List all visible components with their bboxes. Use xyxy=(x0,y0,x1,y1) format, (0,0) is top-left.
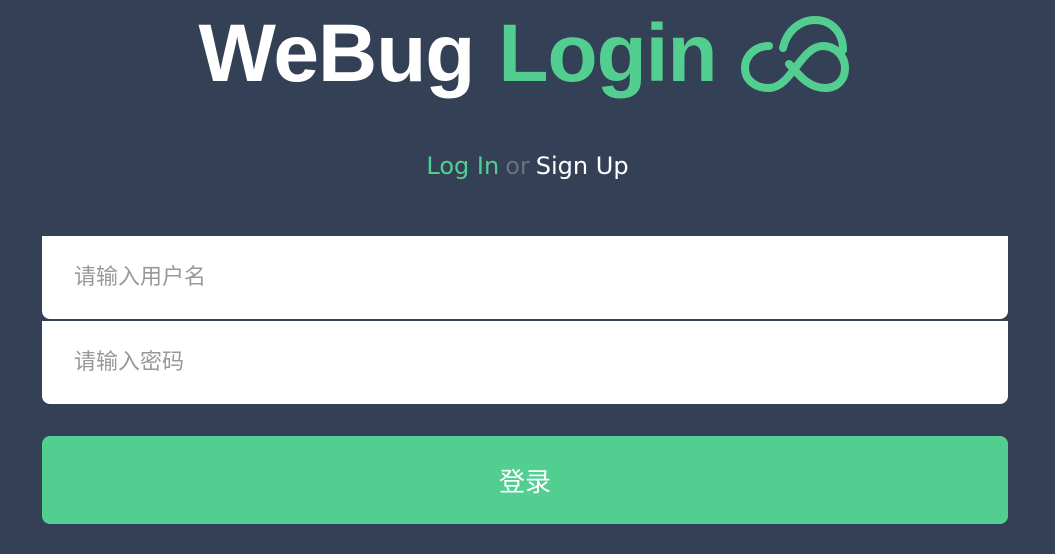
title-brand: WeBug xyxy=(198,8,475,99)
page-title: WeBug Login xyxy=(0,4,1055,104)
login-tab[interactable]: Log In xyxy=(426,152,499,180)
cloud-icon xyxy=(739,15,857,93)
auth-switch: Log In or Sign Up xyxy=(0,150,1055,182)
signup-tab[interactable]: Sign Up xyxy=(536,152,629,180)
login-page: WeBug Login Log InorSign Up 登录 xyxy=(0,0,1055,554)
title-login: Login xyxy=(498,8,717,99)
username-input[interactable] xyxy=(42,236,1008,319)
credentials-group xyxy=(42,236,1008,404)
auth-separator: or xyxy=(505,152,530,180)
login-button[interactable]: 登录 xyxy=(42,436,1008,524)
password-input[interactable] xyxy=(42,321,1008,404)
